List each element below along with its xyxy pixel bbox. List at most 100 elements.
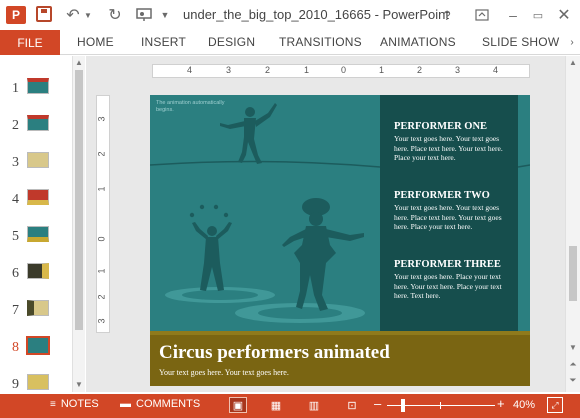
tab-slide-show[interactable]: SLIDE SHOW bbox=[482, 35, 559, 49]
slide-subtitle[interactable]: Your text goes here. Your text goes here… bbox=[159, 368, 289, 377]
thumbnail-image bbox=[27, 115, 49, 131]
tab-insert[interactable]: INSERT bbox=[141, 35, 186, 49]
slide-show-icon[interactable]: ⊡ bbox=[343, 397, 361, 413]
undo-icon[interactable]: ↶ bbox=[64, 6, 82, 24]
ruler-tick-label: 1 bbox=[304, 65, 310, 75]
ribbon-display-options-icon[interactable] bbox=[474, 6, 490, 24]
scroll-up-icon[interactable]: ▲ bbox=[566, 58, 580, 67]
undo-dropdown-icon[interactable]: ▼ bbox=[83, 6, 93, 24]
zoom-level[interactable]: 40% bbox=[513, 399, 535, 411]
slide-number: 6 bbox=[12, 266, 19, 281]
zoom-slider-thumb[interactable] bbox=[401, 399, 405, 412]
status-bar: ≡ NOTES ▬ COMMENTS ▣ ▦ ▥ ⊡ – + 40% ⤢ bbox=[0, 394, 580, 418]
normal-view-icon[interactable]: ▣ bbox=[229, 397, 247, 413]
slide-number: 1 bbox=[12, 81, 19, 96]
ruler-tick-label: 2 bbox=[417, 65, 423, 75]
thumbnail-scrollbar[interactable]: ▲ ▼ bbox=[72, 56, 85, 392]
performer-two-title: PERFORMER TWO bbox=[394, 190, 490, 201]
notes-button[interactable]: ≡ NOTES bbox=[50, 398, 99, 410]
vertical-ruler: 3 2 1 0 1 2 3 bbox=[96, 95, 110, 333]
zoom-in-button[interactable]: + bbox=[497, 396, 505, 411]
tab-file[interactable]: FILE bbox=[0, 30, 60, 55]
ruler-tick-label: 3 bbox=[96, 116, 107, 122]
restore-button[interactable]: ▭ bbox=[530, 6, 546, 24]
fit-slide-to-window-icon[interactable]: ⤢ bbox=[547, 397, 563, 413]
ribbon-tab-bar: FILE HOME INSERT DESIGN TRANSITIONS ANIM… bbox=[0, 30, 580, 55]
tab-transitions[interactable]: TRANSITIONS bbox=[279, 35, 362, 49]
scroll-down-icon[interactable]: ▼ bbox=[566, 343, 580, 352]
tab-design[interactable]: DESIGN bbox=[208, 35, 255, 49]
document-title: under_the_big_top_2010_16665 - PowerPoin… bbox=[183, 7, 449, 22]
ruler-tick-label: 3 bbox=[455, 65, 461, 75]
thumbnail-image bbox=[27, 374, 49, 390]
horizontal-ruler: 4 3 2 1 0 1 2 3 4 bbox=[152, 64, 530, 78]
slide-thumbnail[interactable]: 1 bbox=[0, 74, 72, 102]
reading-view-icon[interactable]: ▥ bbox=[305, 397, 323, 413]
help-button[interactable]: ? bbox=[438, 6, 456, 24]
slide-number: 7 bbox=[12, 303, 19, 318]
comments-button[interactable]: ▬ COMMENTS bbox=[120, 398, 200, 410]
performer-two-text: Your text goes here. Your text goes here… bbox=[394, 203, 502, 231]
scroll-down-icon[interactable]: ▼ bbox=[73, 380, 85, 390]
ruler-tick-label: 2 bbox=[96, 294, 107, 300]
zoom-out-button[interactable]: – bbox=[374, 396, 381, 411]
ruler-tick-label: 1 bbox=[96, 268, 107, 274]
performer-three-text: Your text goes here. Place your text her… bbox=[394, 272, 502, 300]
ruler-tick-label: 1 bbox=[379, 65, 385, 75]
slide-number: 9 bbox=[12, 377, 19, 392]
slide-thumbnail[interactable]: 3 bbox=[0, 148, 72, 176]
thumbnail-image bbox=[27, 152, 49, 168]
slide-thumbnail-selected[interactable]: 8 bbox=[0, 333, 72, 361]
performer-one-title: PERFORMER ONE bbox=[394, 121, 488, 132]
slide-thumbnail[interactable]: 7 bbox=[0, 296, 72, 324]
ruler-tick-label: 4 bbox=[493, 65, 499, 75]
slide-number: 8 bbox=[12, 340, 19, 355]
thumbnail-image bbox=[27, 78, 49, 94]
slide-number: 2 bbox=[12, 118, 19, 133]
save-icon[interactable] bbox=[36, 6, 52, 22]
thumbnail-image bbox=[27, 189, 49, 205]
previous-slide-icon[interactable]: ⏶ bbox=[566, 359, 580, 370]
close-button[interactable]: ✕ bbox=[556, 6, 572, 24]
scrollbar-thumb[interactable] bbox=[75, 70, 83, 330]
next-slide-icon[interactable]: ⏷ bbox=[566, 375, 580, 386]
ribbon-scroll-right-icon[interactable]: › bbox=[566, 33, 578, 51]
performers-panel: PERFORMER ONE Your text goes here. Your … bbox=[380, 95, 518, 331]
redo-icon[interactable]: ↻ bbox=[106, 6, 124, 24]
scroll-up-icon[interactable]: ▲ bbox=[73, 58, 85, 68]
ruler-tick-label: 0 bbox=[96, 236, 107, 242]
notes-label: NOTES bbox=[60, 398, 99, 410]
ruler-tick-label: 4 bbox=[187, 65, 193, 75]
title-bar: P ↶ ▼ ↻ ▼ under_the_big_top_2010_16665 -… bbox=[0, 0, 580, 30]
slide-title[interactable]: Circus performers animated bbox=[159, 342, 390, 364]
vertical-scrollbar[interactable]: ▲ ▼ ⏶ ⏷ bbox=[565, 56, 580, 392]
minimize-button[interactable]: – bbox=[505, 6, 521, 24]
powerpoint-logo-icon[interactable]: P bbox=[6, 6, 26, 24]
thumbnail-image bbox=[26, 336, 50, 355]
slide-number: 5 bbox=[12, 229, 19, 244]
tab-home[interactable]: HOME bbox=[77, 35, 114, 49]
ruler-tick-label: 1 bbox=[96, 186, 107, 192]
comments-label: COMMENTS bbox=[136, 398, 201, 410]
slide-thumbnail[interactable]: 5 bbox=[0, 222, 72, 250]
ruler-tick-label: 2 bbox=[265, 65, 271, 75]
animation-note: The animation automatically begins. bbox=[156, 100, 225, 113]
slide-sorter-icon[interactable]: ▦ bbox=[267, 397, 285, 413]
thumbnail-image bbox=[27, 226, 49, 242]
ruler-tick-label: 2 bbox=[96, 151, 107, 157]
scrollbar-thumb[interactable] bbox=[569, 246, 577, 301]
ruler-tick-label: 3 bbox=[96, 318, 107, 324]
slide-thumbnail[interactable]: 6 bbox=[0, 259, 72, 287]
performer-three-title: PERFORMER THREE bbox=[394, 259, 501, 270]
zoom-slider-midpoint bbox=[440, 402, 441, 409]
slide-thumbnail[interactable]: 4 bbox=[0, 185, 72, 213]
title-band: Circus performers animated Your text goe… bbox=[150, 331, 530, 386]
slide-thumbnail[interactable]: 2 bbox=[0, 111, 72, 139]
tab-animations[interactable]: ANIMATIONS bbox=[380, 35, 456, 49]
customize-toolbar-icon[interactable]: ▼ bbox=[160, 6, 170, 24]
slide-canvas[interactable]: The animation automatically begins. PERF… bbox=[150, 95, 530, 386]
start-from-beginning-icon[interactable] bbox=[134, 6, 154, 24]
slide-thumbnails-pane: 1 2 3 4 5 6 7 8 9 bbox=[0, 56, 72, 392]
performer-one-text: Your text goes here. Your text goes here… bbox=[394, 134, 503, 162]
comment-icon: ▬ bbox=[120, 398, 131, 410]
